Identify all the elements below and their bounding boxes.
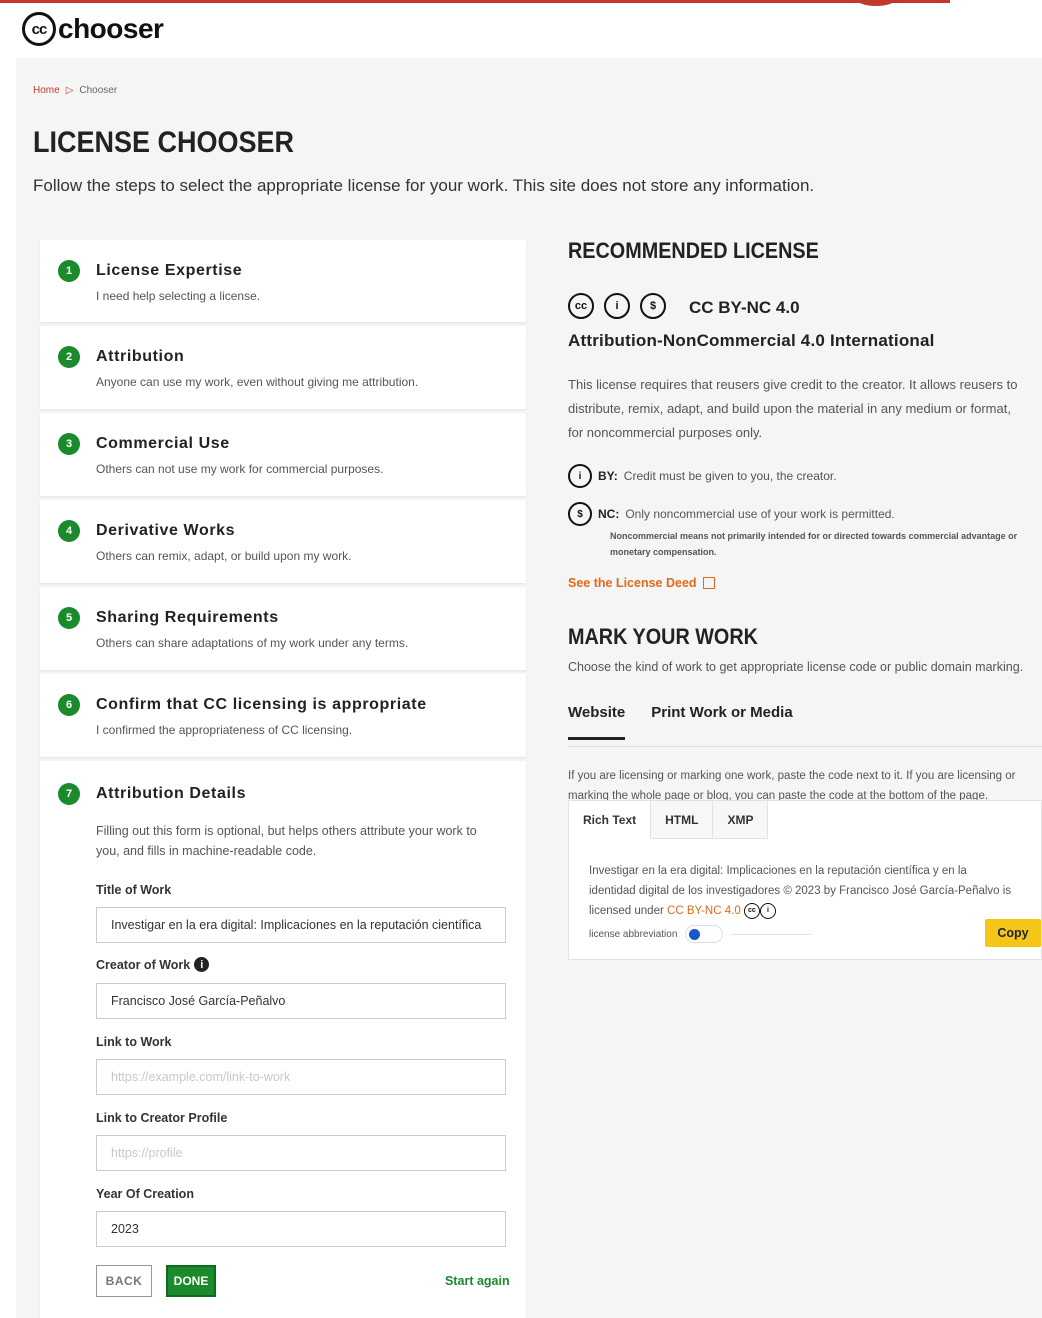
step-attribution[interactable]: 2 Attribution Anyone can use my work, ev… <box>40 326 526 409</box>
code-format-tabs: Rich Text HTML XMP <box>569 801 769 839</box>
step-description: Others can not use my work for commercia… <box>96 462 384 476</box>
attribution-text: Investigar en la era digital: Implicacio… <box>589 865 1012 919</box>
license-short-name: CC BY-NC 4.0 <box>689 298 800 317</box>
link-to-work-input[interactable]: https://example.com/link-to-work <box>96 1059 506 1095</box>
toggle-divider <box>731 933 812 935</box>
copy-button[interactable]: Copy <box>985 919 1041 947</box>
license-link[interactable]: CC BY-NC 4.0 <box>667 905 741 917</box>
step-number-badge: 1 <box>58 260 80 282</box>
step-number-badge: 4 <box>58 520 80 542</box>
step-description: Others can share adaptations of my work … <box>96 636 409 650</box>
toggle-knob <box>689 929 701 940</box>
step-confirm-cc-licensing[interactable]: 6 Confirm that CC licensing is appropria… <box>40 674 526 757</box>
steps-list: 1 License Expertise I need help selectin… <box>40 240 526 1318</box>
nc-text: Only noncommercial use of your work is p… <box>625 507 895 521</box>
external-link-icon <box>702 577 715 589</box>
by-element: i BY: Credit must be given to you, the c… <box>568 464 837 488</box>
step-attribution-details: 7 Attribution Details Filling out this f… <box>40 761 526 1318</box>
info-icon[interactable]: i <box>194 957 210 972</box>
step-title: Attribution Details <box>96 785 247 802</box>
step-title: Confirm that CC licensing is appropriate <box>96 696 427 713</box>
tab-html[interactable]: HTML <box>651 801 714 839</box>
breadcrumb-home-link[interactable]: Home <box>33 85 60 96</box>
step-title: Commercial Use <box>96 435 230 452</box>
step-number-badge: 7 <box>58 783 80 805</box>
link-to-creator-profile-label: Link to Creator Profile <box>96 1111 228 1125</box>
step-derivative-works[interactable]: 4 Derivative Works Others can remix, ada… <box>40 500 526 583</box>
step-title: Sharing Requirements <box>96 609 279 626</box>
cc-logo-icon: cc <box>22 12 56 46</box>
link-to-creator-profile-input[interactable]: https://profile <box>96 1135 506 1171</box>
tab-website[interactable]: Website <box>568 704 626 740</box>
mark-your-work-heading: MARK YOUR WORK <box>568 624 758 649</box>
step-number-badge: 6 <box>58 694 80 716</box>
license-full-name: Attribution-NonCommercial 4.0 Internatio… <box>568 331 935 350</box>
step-description: I need help selecting a license. <box>96 289 261 303</box>
back-button[interactable]: BACK <box>96 1265 152 1297</box>
by-icon: i <box>568 464 592 488</box>
year-of-creation-label: Year Of Creation <box>96 1187 194 1201</box>
breadcrumb-current: Chooser <box>79 85 118 96</box>
license-abbreviation-toggle[interactable] <box>685 925 724 943</box>
nc-label: NC: <box>598 507 620 521</box>
tab-xmp[interactable]: XMP <box>713 801 769 839</box>
nc-note: Noncommercial means not primarily intend… <box>610 531 1018 557</box>
step-title: License Expertise <box>96 262 243 279</box>
license-icons: cc i $ <box>568 293 666 319</box>
step-number-badge: 5 <box>58 607 80 629</box>
title-of-work-label: Title of Work <box>96 883 172 897</box>
page-title: LICENSE CHOOSER <box>33 126 295 159</box>
cc-icon: cc <box>743 902 760 919</box>
year-of-creation-input[interactable]: 2023 <box>96 1211 506 1247</box>
by-icon: i <box>759 902 776 919</box>
top-accent-line <box>0 0 950 3</box>
tab-print-work-or-media[interactable]: Print Work or Media <box>651 704 792 740</box>
step-title: Derivative Works <box>96 522 236 539</box>
step-license-expertise[interactable]: 1 License Expertise I need help selectin… <box>40 240 526 322</box>
creator-of-work-label: Creator of Work i <box>96 957 210 972</box>
step-title: Attribution <box>96 348 185 365</box>
step-number-badge: 2 <box>58 346 80 368</box>
link-to-work-label: Link to Work <box>96 1035 172 1049</box>
mark-your-work-description: Choose the kind of work to get appropria… <box>568 660 1024 674</box>
tabs-divider <box>568 746 1042 747</box>
step-commercial-use[interactable]: 3 Commercial Use Others can not use my w… <box>40 413 526 496</box>
title-of-work-input[interactable]: Investigar en la era digital: Implicacio… <box>96 907 506 943</box>
step-number-badge: 3 <box>58 433 80 455</box>
cc-chooser-logo[interactable]: cc chooser <box>22 12 164 46</box>
mark-tabs: Website Print Work or Media <box>568 704 793 740</box>
tab-rich-text[interactable]: Rich Text <box>569 801 652 839</box>
creator-of-work-input[interactable]: Francisco José García-Peñalvo <box>96 983 506 1019</box>
nc-icon: $ <box>568 502 592 526</box>
step-description: Others can remix, adapt, or build upon m… <box>96 549 352 563</box>
by-text: Credit must be given to you, the creator… <box>623 469 837 483</box>
step-description: Anyone can use my work, even without giv… <box>96 375 419 389</box>
license-description: This license requires that reusers give … <box>568 377 1018 440</box>
by-label: BY: <box>598 469 618 483</box>
step-sharing-requirements[interactable]: 5 Sharing Requirements Others can share … <box>40 587 526 670</box>
nc-icon: $ <box>640 293 666 319</box>
recommended-license-heading: RECOMMENDED LICENSE <box>568 238 819 263</box>
license-abbreviation-row: license abbreviation <box>589 925 812 943</box>
nc-element: $ NC: Only noncommercial use of your wor… <box>568 502 895 526</box>
step-description: I confirmed the appropriateness of CC li… <box>96 723 353 737</box>
breadcrumb-separator-icon: ▷ <box>65 85 74 96</box>
attribution-intro: Filling out this form is optional, but h… <box>96 824 477 858</box>
main-content: Home ▷ Chooser LICENSE CHOOSER Follow th… <box>16 58 1042 1318</box>
attribution-code-box: Rich Text HTML XMP Investigar en la era … <box>568 800 1042 960</box>
license-abbreviation-label: license abbreviation <box>589 928 678 940</box>
license-deed-link[interactable]: See the License Deed <box>568 576 715 590</box>
by-icon: i <box>604 293 630 319</box>
cc-icon: cc <box>568 293 594 319</box>
logo-text: chooser <box>58 13 164 44</box>
page-subtitle: Follow the steps to select the appropria… <box>33 176 815 195</box>
breadcrumb: Home ▷ Chooser <box>33 85 117 96</box>
top-accent-mark <box>855 0 897 6</box>
done-button[interactable]: DONE <box>166 1265 216 1297</box>
start-again-link[interactable]: Start again <box>445 1274 510 1288</box>
